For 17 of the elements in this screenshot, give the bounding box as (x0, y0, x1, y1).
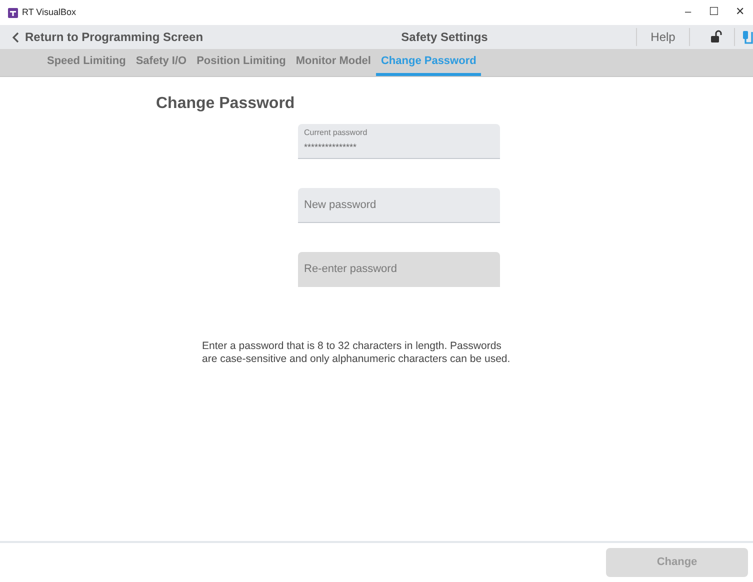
app-logo-icon (8, 8, 18, 18)
minimize-button[interactable]: – (675, 4, 701, 21)
window-title: RT VisualBox (22, 6, 76, 19)
tab[interactable]: Monitor Model (290, 49, 376, 76)
password-field[interactable]: New password (298, 188, 500, 222)
back-button[interactable]: Return to Programming Screen (0, 28, 204, 46)
page-title: Safety Settings (400, 29, 489, 46)
tab[interactable]: Safety I/O (130, 49, 192, 76)
tab[interactable]: Position Limiting (192, 49, 291, 76)
section-heading: Change Password (156, 94, 296, 114)
help-button[interactable]: Help (636, 28, 690, 46)
chevron-left-icon (12, 32, 19, 42)
field-label: Current password (304, 127, 368, 139)
instruction-text: Enter a password that is 8 to 32 characters in length. Passwords are case-sensitive and only alphanumeric characters can be used. (202, 340, 512, 366)
tab[interactable]: Speed Limiting (42, 49, 131, 76)
maximize-button[interactable]: ☐ (701, 4, 727, 21)
close-button[interactable]: ✕ (727, 4, 753, 21)
